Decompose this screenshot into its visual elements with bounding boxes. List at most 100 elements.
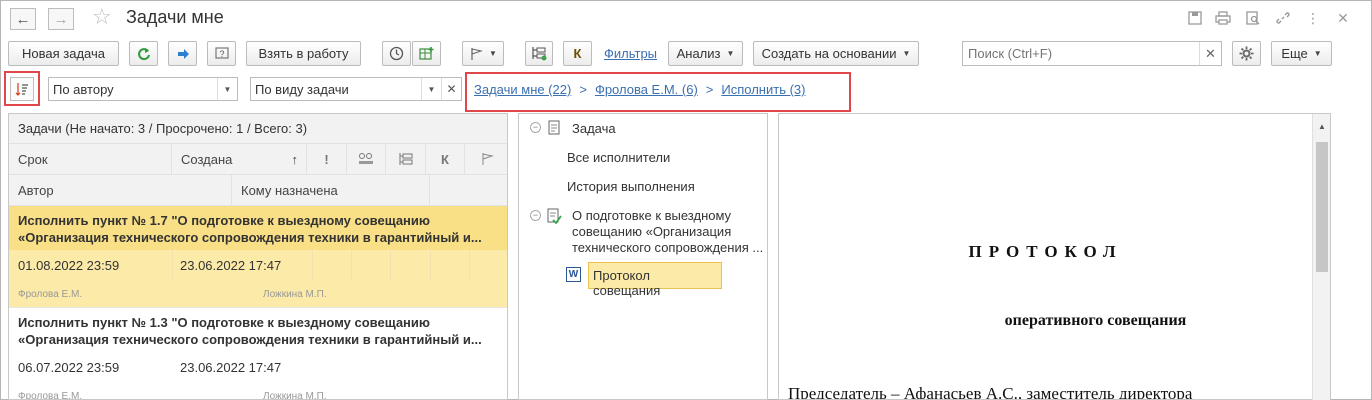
deadline-button[interactable]: [382, 41, 411, 66]
task-list-summary: Задачи (Не начато: 3 / Просрочено: 1 / В…: [9, 114, 507, 144]
flag-icon: [471, 47, 484, 60]
hierarchy-button[interactable]: [525, 41, 553, 66]
column-due[interactable]: Срок: [9, 144, 172, 174]
analysis-button[interactable]: Анализ ▼: [668, 41, 743, 66]
preview-text-line: Председатель – Афанасьев А.С., заместите…: [788, 384, 1193, 400]
breadcrumb-item[interactable]: Фролова Е.М. (6): [595, 82, 698, 97]
clear-filter-button[interactable]: ✕: [441, 78, 461, 100]
forward-button[interactable]: →: [48, 8, 74, 30]
chevron-down-icon[interactable]: ▼: [217, 78, 237, 100]
cell-divider: [469, 250, 470, 280]
table-row[interactable]: Исполнить пункт № 1.7 "О подготовке к вы…: [9, 206, 507, 307]
preview-subtitle: оперативного совещания: [1004, 312, 1187, 329]
task-assignee: Ложкина М.П.: [263, 391, 327, 400]
column-assignee[interactable]: Кому назначена: [232, 175, 430, 205]
tree-item-document[interactable]: Протокол совещания: [588, 262, 722, 298]
word-document-icon: W: [566, 267, 581, 282]
breadcrumb-separator: >: [705, 82, 714, 97]
column-created-label: Создана: [181, 151, 233, 167]
filters-link[interactable]: Фильтры: [604, 46, 657, 61]
collapse-toggle-icon[interactable]: −: [530, 210, 541, 221]
settings-button[interactable]: [1232, 41, 1261, 66]
task-author: Фролова Е.М.: [18, 289, 83, 300]
chevron-down-icon: ▼: [902, 49, 911, 58]
more-button[interactable]: Еще ▼: [1271, 41, 1332, 66]
add-subtask-button[interactable]: [412, 41, 441, 66]
task-tree: − Задача Все исполнители История выполне…: [518, 113, 768, 400]
more-vertical-icon[interactable]: ⋮: [1304, 9, 1322, 27]
favorite-star-icon[interactable]: ☆: [92, 5, 112, 29]
create-based-on-label: Создать на основании: [761, 46, 897, 61]
cell-divider: [430, 250, 431, 280]
sort-ascending-icon: ↑: [291, 151, 299, 167]
task-dates-row: 01.08.2022 23:59 23.06.2022 17:47: [9, 250, 507, 280]
task-list: Задачи (Не начато: 3 / Просрочено: 1 / В…: [8, 113, 508, 400]
arrow-right-icon: →: [53, 10, 69, 28]
task-people-row: Фролова Е.М. Ложкина М.П.: [9, 382, 507, 400]
task-assignee: Ложкина М.П.: [263, 289, 327, 300]
column-progress[interactable]: [347, 144, 386, 174]
breadcrumb: Задачи мне (22) > Фролова Е.М. (6) > Исполни…: [474, 82, 805, 97]
clear-search-button[interactable]: ✕: [1199, 42, 1221, 65]
task-due: 01.08.2022 23:59: [18, 258, 120, 273]
new-task-button[interactable]: Новая задача: [8, 41, 119, 66]
forward-task-button[interactable]: [168, 41, 197, 66]
document-check-icon: [547, 208, 562, 227]
task-kind-value: По виду задачи: [255, 81, 349, 97]
search-input[interactable]: [963, 42, 1197, 65]
preview-title: ПРОТОКОЛ: [968, 242, 1123, 261]
create-based-on-button[interactable]: Создать на основании ▼: [753, 41, 919, 66]
close-icon: ✕: [1205, 45, 1216, 61]
group-by-select[interactable]: По автору ▼: [48, 77, 238, 101]
task-people-row: Фролова Е.М. Ложкина М.П.: [9, 280, 507, 307]
print-icon[interactable]: [1214, 9, 1232, 27]
back-button[interactable]: ←: [10, 8, 36, 30]
column-header-row-2: Автор Кому назначена: [9, 175, 507, 206]
refresh-button[interactable]: [129, 41, 158, 66]
hierarchy-icon: [399, 153, 412, 165]
close-icon[interactable]: ✕: [1334, 9, 1352, 27]
preview-scrollbar[interactable]: ▲: [1312, 114, 1330, 400]
gear-icon: [1239, 46, 1254, 61]
column-created[interactable]: Создана ↑: [172, 144, 307, 174]
collapse-toggle-icon[interactable]: −: [530, 122, 541, 133]
save-icon[interactable]: [1186, 9, 1204, 27]
find-in-page-icon[interactable]: [1244, 9, 1262, 27]
k-button[interactable]: К: [563, 41, 592, 66]
column-author[interactable]: Автор: [9, 175, 232, 205]
document-preview: ПРОТОКОЛ оперативного совещания Председа…: [778, 113, 1331, 400]
tree-item-subject[interactable]: О подготовке к выездному совещанию «Орга…: [572, 208, 767, 256]
tree-item-all-executors[interactable]: Все исполнители: [567, 150, 670, 165]
breadcrumb-item[interactable]: Исполнить (3): [721, 82, 805, 97]
document-icon: [548, 120, 560, 138]
flag-dropdown-button[interactable]: ▼: [462, 41, 504, 66]
chevron-down-icon[interactable]: ▼: [421, 78, 441, 100]
scroll-thumb[interactable]: [1316, 142, 1328, 272]
table-row[interactable]: Исполнить пункт № 1.3 "О подготовке к вы…: [9, 308, 507, 400]
refresh-icon: [137, 47, 150, 60]
sort-icon: [15, 83, 28, 96]
flag-icon: [482, 153, 494, 165]
svg-text:?: ?: [219, 49, 224, 59]
take-to-work-button[interactable]: Взять в работу: [246, 41, 361, 66]
column-flag[interactable]: [465, 144, 507, 174]
progress-icon: [359, 153, 373, 164]
column-k[interactable]: К: [426, 144, 465, 174]
task-created: 23.06.2022 17:47: [180, 360, 282, 375]
tree-item-task[interactable]: Задача: [572, 121, 616, 136]
task-dates-row: 06.07.2022 23:59 23.06.2022 17:47: [9, 352, 507, 382]
column-priority[interactable]: !: [307, 144, 347, 174]
scroll-up-icon[interactable]: ▲: [1313, 122, 1331, 131]
link-icon[interactable]: [1274, 9, 1292, 27]
hierarchy-icon: [532, 47, 547, 61]
table-add-icon: [418, 47, 433, 60]
task-kind-select[interactable]: По виду задачи ▼ ✕: [250, 77, 462, 101]
column-hierarchy[interactable]: [386, 144, 426, 174]
tree-item-history[interactable]: История выполнения: [567, 179, 695, 194]
cell-divider: [351, 250, 352, 280]
question-button[interactable]: ?: [207, 41, 236, 66]
sort-button[interactable]: [10, 77, 34, 101]
task-author: Фролова Е.М.: [18, 391, 83, 400]
cell-divider: [390, 250, 391, 280]
breadcrumb-item[interactable]: Задачи мне (22): [474, 82, 571, 97]
